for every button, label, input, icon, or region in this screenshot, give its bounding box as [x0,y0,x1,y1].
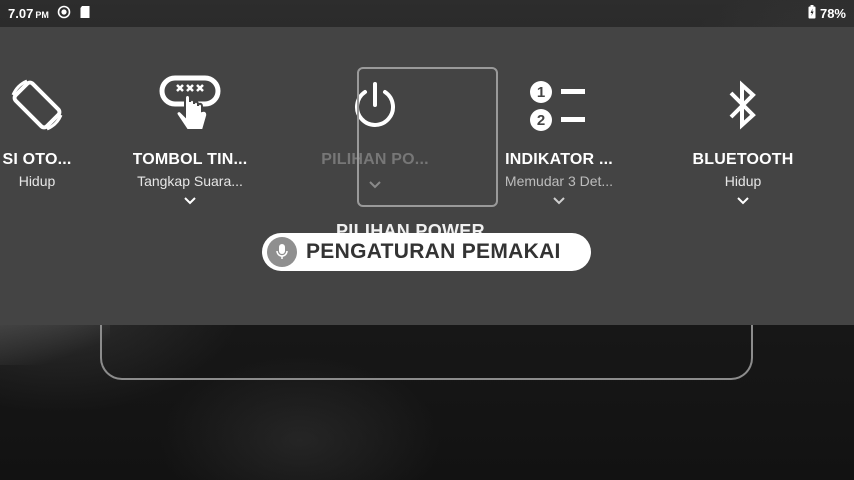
background-detail [0,325,110,365]
status-left: 7.07 PM [8,5,91,22]
auto-rotate-icon [0,65,77,145]
voice-command-text: PENGATURAN PEMAKAI [306,240,561,263]
clock-time: 7.07 [8,5,34,21]
tile-subtitle: Hidup [724,173,762,189]
battery-percent: 78% [819,5,846,21]
battery-icon [808,4,816,22]
tile-title: TOMBOL TIN... [132,151,248,168]
chevron-down-icon[interactable] [552,193,566,211]
sd-card-icon [79,5,91,22]
location-target-icon [57,5,71,22]
focus-highlight [357,67,498,207]
clock: 7.07 PM [8,6,49,21]
tile-subtitle: Tangkap Suara... [137,173,243,189]
voice-command-chip[interactable]: PENGATURAN PEMAKAI [262,233,591,271]
svg-text:2: 2 [537,112,545,129]
tile-subtitle: Memudar 3 Det... [504,173,614,189]
mic-icon [267,237,297,267]
chevron-down-icon[interactable] [736,193,750,211]
tile-bluetooth[interactable]: BLUETOOTH Hidup [658,27,828,217]
bluetooth-icon [703,65,783,145]
clock-ampm: PM [35,9,49,20]
svg-text:1: 1 [537,84,545,101]
tap-gesture-icon [150,65,230,145]
tile-subtitle: Hidup [18,173,56,189]
status-right: 78% [808,4,846,22]
tile-auto-rotate[interactable]: SI OTO... Hidup [0,27,122,217]
tile-title: BLUETOOTH [692,151,794,168]
tile-title: INDIKATOR ... [505,151,613,168]
tile-title: SI OTO... [2,151,72,168]
status-bar: 7.07 PM 78% [0,0,854,26]
chevron-down-icon[interactable] [183,193,197,211]
tile-tap-button[interactable]: TOMBOL TIN... Tangkap Suara... [105,27,275,217]
tile-indicator[interactable]: 1 2 INDIKATOR ... Memudar 3 Det... [474,27,644,217]
quick-settings-panel: SI OTO... Hidup TOMBOL TIN... Tangkap Su… [0,27,854,325]
numbered-list-icon: 1 2 [519,65,599,145]
